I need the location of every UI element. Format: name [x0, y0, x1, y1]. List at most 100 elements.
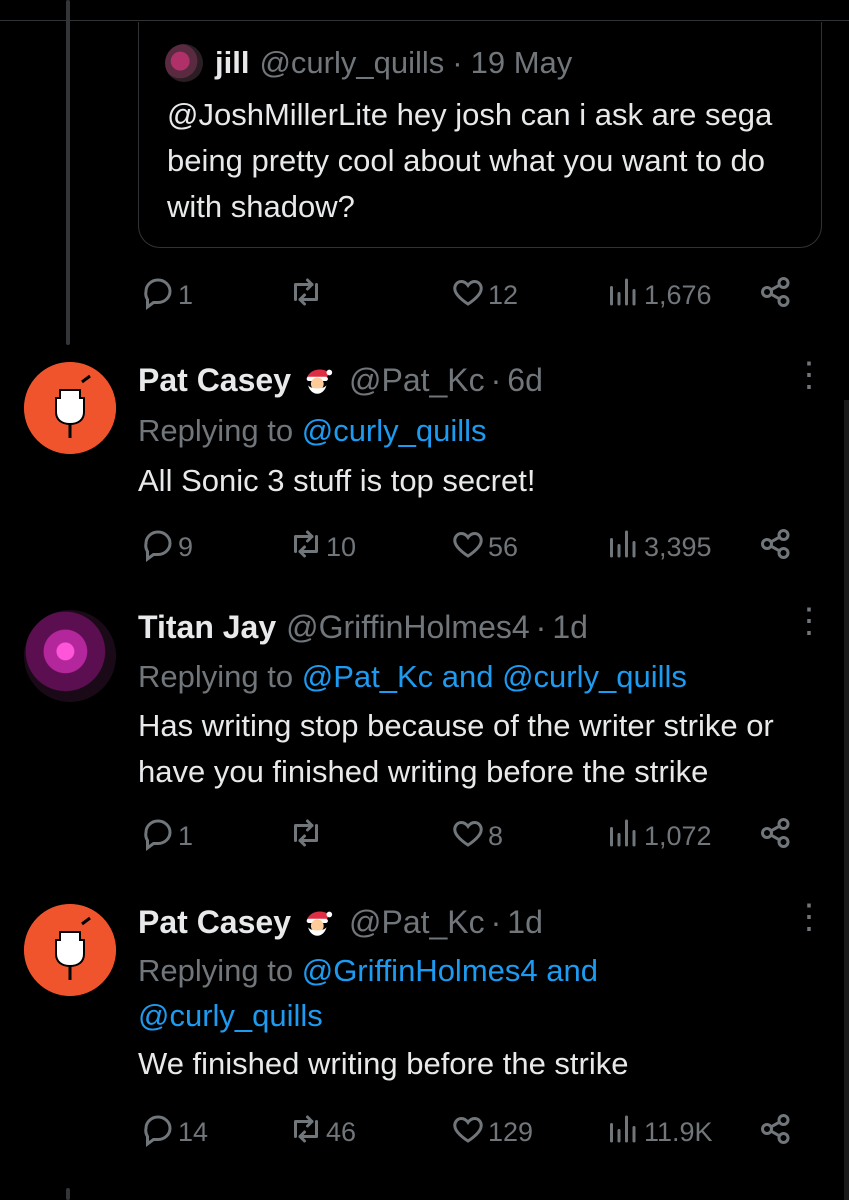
views-button[interactable]: 11.9K — [604, 1111, 713, 1154]
views-button[interactable]: 3,395 — [604, 526, 712, 569]
reply-count: 9 — [178, 532, 194, 562]
like-icon — [450, 526, 486, 569]
like-icon — [450, 1111, 486, 1154]
like-icon — [450, 815, 486, 858]
like-button[interactable]: 8 — [450, 815, 503, 858]
more-icon[interactable]: ⋮ — [792, 358, 826, 392]
like-button[interactable]: 129 — [450, 1111, 533, 1154]
like-button[interactable]: 12 — [450, 274, 518, 317]
share-icon — [758, 1111, 794, 1154]
author-handle[interactable]: @GriffinHolmes4 — [286, 609, 530, 646]
share-icon — [758, 815, 794, 858]
top-divider — [0, 20, 849, 21]
views-icon — [604, 274, 640, 317]
author-name[interactable]: Titan Jay — [138, 609, 276, 646]
tweet-header: Titan Jay @GriffinHolmes4 · 1d — [138, 609, 588, 646]
santa-emoji-icon — [301, 906, 335, 940]
tweet-text: We finished writing before the strike — [138, 1046, 629, 1081]
replying-to: Replying to @curly_quills — [138, 408, 818, 453]
retweet-count: 10 — [326, 532, 357, 562]
quoted-tweet-text: @JoshMillerLite hey josh can i ask are s… — [167, 97, 773, 224]
views-count: 3,395 — [644, 532, 712, 562]
author-name[interactable]: Pat Casey — [138, 362, 291, 399]
more-icon[interactable]: ⋮ — [792, 900, 826, 934]
retweet-icon — [288, 815, 324, 858]
reply-button[interactable]: 9 — [140, 526, 193, 569]
replying-to: Replying to @Pat_Kc and @curly_quills — [138, 654, 818, 699]
views-count: 1,676 — [644, 280, 712, 310]
tweet-date[interactable]: 19 May — [471, 45, 573, 81]
replying-to-link[interactable]: @Pat_Kc and @curly_quills — [302, 659, 687, 694]
like-count: 129 — [488, 1117, 534, 1147]
thread-line-end — [66, 1188, 70, 1200]
retweet-icon — [288, 526, 324, 569]
retweet-button[interactable] — [288, 274, 326, 317]
avatar[interactable] — [165, 44, 203, 82]
more-icon[interactable]: ⋮ — [792, 604, 826, 638]
santa-emoji-icon — [301, 364, 335, 398]
retweet-icon — [288, 274, 324, 317]
tweet-text: All Sonic 3 stuff is top secret! — [138, 463, 536, 498]
avatar[interactable] — [24, 362, 116, 454]
tweet-text: Has writing stop because of the writer s… — [138, 708, 774, 789]
views-count: 1,072 — [644, 821, 712, 851]
tweet-time[interactable]: 6d — [507, 362, 543, 399]
retweet-button[interactable]: 10 — [288, 526, 356, 569]
retweet-icon — [288, 1111, 324, 1154]
reply-icon — [140, 526, 176, 569]
reply-button[interactable]: 14 — [140, 1111, 208, 1154]
tweet-header: Pat Casey @Pat_Kc · 1d — [138, 904, 543, 941]
tweet-actions: 9 10 56 3,395 — [140, 526, 800, 566]
quoted-tweet-card[interactable]: jill @curly_quills · 19 May @JoshMillerL… — [138, 22, 822, 248]
author-handle[interactable]: @Pat_Kc — [349, 904, 485, 941]
reply-button[interactable]: 1 — [140, 815, 193, 858]
reply-count: 14 — [178, 1117, 209, 1147]
like-button[interactable]: 56 — [450, 526, 518, 569]
views-icon — [604, 526, 640, 569]
scrollbar[interactable] — [844, 400, 849, 1200]
like-count: 8 — [488, 821, 504, 851]
tweet-header: Pat Casey @Pat_Kc · 6d — [138, 362, 543, 399]
reply-icon — [140, 1111, 176, 1154]
author-handle[interactable]: @curly_quills — [259, 45, 444, 81]
like-count: 56 — [488, 532, 519, 562]
tweet-actions: 14 46 129 11.9K — [140, 1111, 800, 1151]
share-button[interactable] — [758, 1111, 794, 1154]
views-icon — [604, 1111, 640, 1154]
separator: · — [452, 45, 463, 80]
reply-count: 1 — [178, 280, 194, 310]
views-count: 11.9K — [644, 1117, 713, 1147]
reply-button[interactable]: 1 — [140, 274, 193, 317]
replying-to-link[interactable]: @curly_quills — [302, 413, 487, 448]
thread-line-top — [66, 0, 70, 345]
tweet-time[interactable]: 1d — [507, 904, 543, 941]
retweet-count: 46 — [326, 1117, 357, 1147]
retweet-button[interactable]: 46 — [288, 1111, 356, 1154]
author-name[interactable]: jill — [215, 45, 249, 81]
share-button[interactable] — [758, 526, 794, 569]
reply-count: 1 — [178, 821, 194, 851]
replying-to: Replying to @GriffinHolmes4 and @curly_q… — [138, 948, 678, 1038]
views-button[interactable]: 1,676 — [604, 274, 712, 317]
reply-icon — [140, 274, 176, 317]
like-icon — [450, 274, 486, 317]
share-icon — [758, 526, 794, 569]
tweet-actions: 1 8 1,072 — [140, 815, 800, 855]
tweet-actions: 1 12 1,676 — [140, 274, 800, 314]
share-icon — [758, 274, 794, 317]
tweet-time[interactable]: 1d — [552, 609, 588, 646]
share-button[interactable] — [758, 815, 794, 858]
views-icon — [604, 815, 640, 858]
retweet-button[interactable] — [288, 815, 326, 858]
author-name[interactable]: Pat Casey — [138, 904, 291, 941]
views-button[interactable]: 1,072 — [604, 815, 712, 858]
quoted-tweet-header: jill @curly_quills · 19 May — [165, 44, 572, 82]
author-handle[interactable]: @Pat_Kc — [349, 362, 485, 399]
replying-prefix: Replying to — [138, 413, 294, 448]
share-button[interactable] — [758, 274, 794, 317]
reply-icon — [140, 815, 176, 858]
avatar[interactable] — [24, 904, 116, 996]
like-count: 12 — [488, 280, 519, 310]
replying-prefix: Replying to — [138, 659, 294, 694]
avatar[interactable] — [24, 610, 116, 702]
